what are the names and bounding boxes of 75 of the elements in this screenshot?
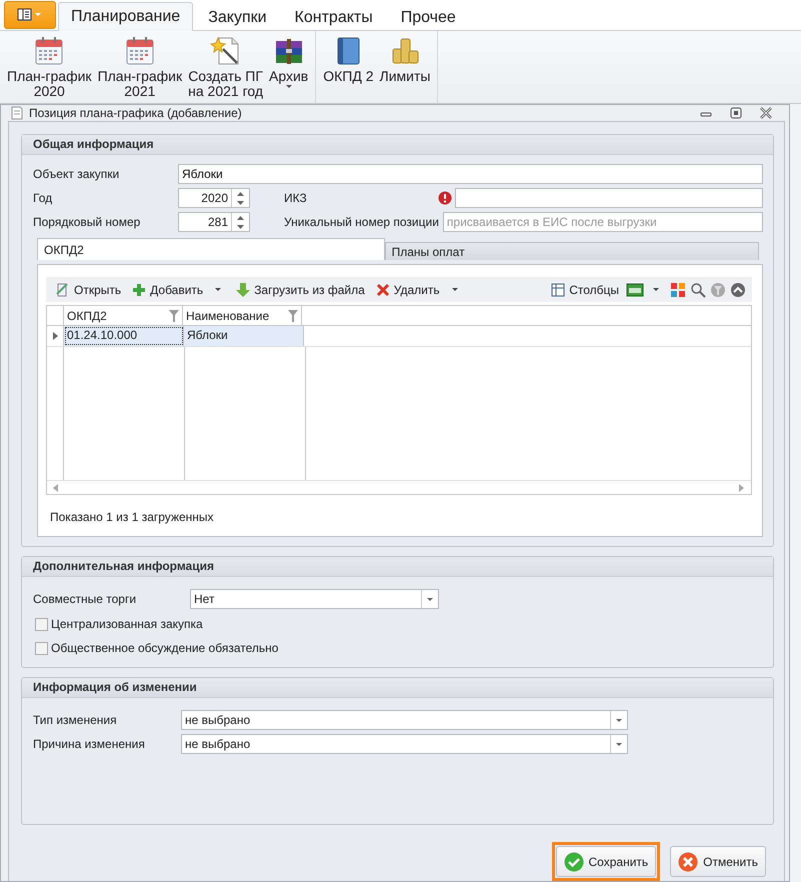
collapse-icon[interactable] [730,282,746,298]
field-label: Уникальный номер позиции [284,215,439,229]
toolbar-button[interactable]: Удалить [372,280,443,300]
dropdown-field[interactable]: не выбрано [181,710,628,730]
ribbon-tab[interactable]: Контракты [282,3,386,31]
column-header[interactable]: ОКПД2 [64,306,183,325]
down-arrow-icon[interactable] [237,200,244,204]
dropdown-field[interactable]: не выбрано [181,734,628,754]
excel-export-icon[interactable] [626,282,644,298]
ribbon-button[interactable]: Создать ПГ на 2021 год [185,33,266,101]
spinner-field[interactable]: 281 [178,212,250,232]
up-arrow-icon[interactable] [237,192,244,196]
checkbox[interactable] [35,618,48,630]
ribbon-button[interactable]: Архив [266,33,312,101]
down-arrow-icon [235,282,252,298]
toolbar-button[interactable]: Добавить [128,280,206,300]
save-button[interactable]: Сохранить [556,846,656,877]
checkbox-label: Централизованная закупка [51,617,203,631]
cancel-button[interactable]: Отменить [670,846,766,877]
field-label: Объект закупки [33,167,120,181]
toolbar-button[interactable]: Открыть [52,280,124,300]
ribbon-button[interactable]: План-график 2021 [94,33,186,101]
ribbon-button[interactable]: ОКПД 2 [320,33,377,101]
toolbar-button[interactable]: Загрузить из файла [232,280,368,300]
plus-icon [131,282,148,298]
field-label: Тип изменения [33,713,118,727]
caret-icon[interactable] [214,287,222,292]
filter-icon[interactable] [169,310,179,322]
search-icon[interactable] [690,282,706,298]
cross-icon [374,282,391,298]
maximize-icon[interactable] [729,106,743,120]
ribbon-tab[interactable]: Планирование [58,2,194,31]
caret-icon[interactable] [450,287,459,292]
ribbon-tab[interactable]: Прочее [388,3,469,31]
ribbon-button[interactable]: Лимиты [376,33,434,101]
section-title: Общая информация [22,135,773,155]
calendar-icon [33,35,66,67]
spinner-field[interactable]: 2020 [178,188,250,208]
app-menu-button[interactable] [4,1,56,29]
caret-icon[interactable] [652,287,660,292]
checkbox[interactable] [35,642,48,654]
ribbon-button[interactable]: План-график 2020 [4,33,95,101]
column-header[interactable]: Наименование [183,306,302,325]
table-columns-icon [550,282,566,298]
menu-icon [17,8,43,22]
ribbon-tab[interactable]: Закупки [195,3,280,31]
tab[interactable]: ОКПД2 [37,238,385,260]
cross-icon [678,852,698,872]
calendar-icon [124,35,156,67]
section-title: Дополнительная информация [22,557,773,577]
filter-icon[interactable] [288,310,298,322]
field-label: Причина изменения [33,737,146,751]
checkbox-label: Общественное обсуждение обязательно [51,641,278,655]
grid-status-text: Показано 1 из 1 загруженных [49,509,215,526]
section-title: Информация об изменении [22,678,773,698]
caret-icon[interactable] [426,596,434,602]
checkmark-icon [564,852,584,872]
table-cell: 01.24.10.000 [64,326,184,346]
dialog-title: Позиция плана-графика (добавление) [29,106,243,120]
field-label: ИКЗ [284,191,308,205]
table-cell: Яблоки [184,326,304,346]
text-field[interactable]: Яблоки [178,164,763,184]
down-arrow-icon[interactable] [237,224,244,228]
dropdown-field[interactable]: Нет [190,589,439,609]
caret-icon[interactable] [615,718,623,722]
color-grid-icon[interactable] [670,282,686,298]
field-label: Совместные торги [33,592,138,606]
tab[interactable]: Планы оплат [384,242,759,260]
field-label: Год [33,191,54,205]
toolbar-button[interactable]: Столбцы [547,280,622,300]
close-icon[interactable] [759,106,773,120]
up-arrow-icon[interactable] [237,216,244,220]
field-label: Порядковый номер [33,215,142,229]
ikz-field[interactable] [455,188,763,208]
caret-icon[interactable] [615,742,623,746]
